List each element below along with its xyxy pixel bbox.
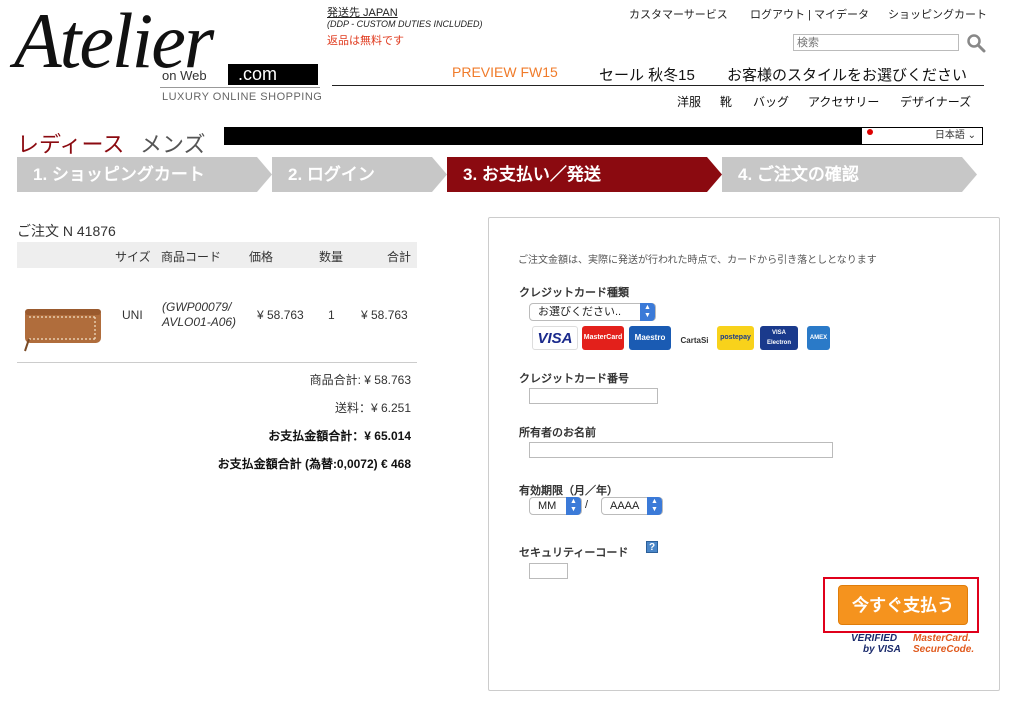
nav-shoes[interactable]: 靴: [720, 93, 732, 110]
card-type-select[interactable]: お選びください.. ▲ ▼: [529, 303, 656, 321]
step-cart[interactable]: 1. ショッピングカート: [17, 157, 272, 192]
verified-by-visa-logo: VERIFIED by VISA: [851, 633, 901, 655]
card-type-label: クレジットカード種類: [519, 287, 629, 299]
grand-total: お支払金額合計：¥ 65.014: [268, 429, 411, 443]
logo-tagline: LUXURY ONLINE SHOPPING: [162, 91, 323, 103]
cvv-label: セキュリティーコード: [519, 547, 629, 559]
expiry-year-select[interactable]: AAAA ▲ ▼: [601, 497, 663, 515]
vbv-line2: by VISA: [863, 644, 901, 655]
ship-to-link[interactable]: 発送先 JAPAN: [327, 4, 398, 20]
help-icon[interactable]: ?: [646, 541, 658, 553]
order-table-header: サイズ 商品コード 価格 数量 合計: [17, 242, 417, 268]
ship-ddp-note: (DDP - CUSTOM DUTIES INCLUDED): [327, 19, 483, 29]
step-payment: 3. お支払い／発送: [447, 157, 722, 192]
visa-electron-logo: VISA Electron: [760, 326, 798, 350]
holder-name-input[interactable]: [529, 442, 833, 458]
cartasi-logo: CartaSi: [676, 326, 713, 350]
item-code-line1: (GWP00079/: [162, 300, 232, 314]
col-price: 価格: [249, 250, 274, 264]
item-qty: 1: [328, 308, 335, 322]
msc-line2: SecureCode.: [913, 644, 975, 655]
mastercard-securecode-logo: MasterCard. SecureCode.: [913, 633, 974, 655]
gender-women-link[interactable]: レディース: [17, 127, 124, 159]
card-number-input[interactable]: [529, 388, 658, 404]
step-login[interactable]: 2. ログイン: [272, 157, 447, 192]
vbv-line1: VERIFIED: [851, 633, 898, 644]
logo-com: .com: [228, 64, 318, 85]
visa-logo: VISA: [532, 326, 578, 350]
gender-men-link[interactable]: メンズ: [140, 127, 206, 159]
expiry-year-value: AAAA: [610, 500, 640, 512]
nav-preview[interactable]: PREVIEW FW15: [452, 64, 558, 80]
expiry-separator: /: [585, 499, 589, 511]
card-number-label: クレジットカード番号: [519, 373, 629, 385]
col-code: 商品コード: [161, 250, 222, 264]
shopping-cart-link[interactable]: ショッピングカート: [888, 6, 987, 22]
step-confirm: 4. ご注文の確認: [722, 157, 977, 192]
card-type-value: お選びください..: [538, 306, 622, 318]
holder-name-label: 所有者のお名前: [519, 427, 596, 439]
search-icon[interactable]: [966, 33, 986, 53]
mastercard-logo: MasterCard: [582, 326, 624, 350]
payment-note: ご注文金額は、実際に発送が行われた時点で、カードから引き落としとなります: [518, 255, 877, 266]
col-total: 合計: [387, 250, 412, 264]
item-total: ¥ 58.763: [361, 308, 408, 322]
nav-sale[interactable]: セール 秋冬15: [599, 64, 695, 85]
nav-divider: [332, 85, 984, 86]
shipping-cost: 送料：¥ 6.251: [334, 401, 411, 415]
chevron-down-icon: ⌄: [967, 130, 976, 141]
col-qty: 数量: [319, 250, 344, 264]
msc-line1: MasterCard.: [913, 633, 971, 644]
product-image-wallet: [24, 309, 101, 352]
free-returns-note: 返品は無料です: [327, 35, 404, 47]
pay-now-button[interactable]: 今すぐ支払う: [838, 585, 968, 625]
customer-service-link[interactable]: カスタマーサービス: [629, 6, 728, 22]
nav-style[interactable]: お客様のスタイルをお選びください: [727, 64, 967, 85]
grand-total-eur: お支払金額合計 (為替:0,0072) € 468: [217, 457, 411, 471]
item-size: UNI: [122, 308, 143, 322]
nav-accessories[interactable]: アクセサリー: [808, 93, 879, 110]
amex-logo: AMEX: [807, 326, 830, 350]
order-title: ご注文 N 41876: [17, 223, 116, 239]
updown-arrow-icon: ▲ ▼: [640, 303, 655, 321]
maestro-logo: Maestro: [629, 326, 671, 350]
promo-bar: [224, 127, 862, 145]
nav-designers[interactable]: デザイナーズ: [900, 93, 971, 110]
logout-mydata-link[interactable]: ログアウト | マイデータ: [750, 6, 869, 22]
updown-arrow-icon: ▲ ▼: [566, 497, 581, 515]
japan-flag-icon: [867, 129, 873, 135]
nav-bags[interactable]: バッグ: [753, 93, 789, 110]
logo-divider: [160, 87, 320, 88]
row-divider: [17, 362, 417, 363]
logo-onweb: on Web: [162, 68, 207, 83]
item-code-line2: AVLO01-A06): [162, 315, 237, 329]
cvv-input[interactable]: [529, 563, 568, 579]
postepay-logo: postepay: [717, 326, 754, 350]
item-price: ¥ 58.763: [257, 308, 304, 322]
search-input[interactable]: [793, 34, 959, 51]
updown-arrow-icon: ▲ ▼: [647, 497, 662, 515]
language-label: 日本語: [934, 130, 965, 141]
expiry-label: 有効期限（月／年）: [519, 485, 618, 497]
nav-clothing[interactable]: 洋服: [677, 93, 701, 110]
expiry-month-select[interactable]: MM ▲ ▼: [529, 497, 582, 515]
col-size: サイズ: [115, 250, 151, 264]
subtotal: 商品合計: ¥ 58.763: [309, 373, 411, 387]
expiry-month-value: MM: [538, 500, 557, 512]
language-select[interactable]: 日本語 ⌄: [862, 127, 983, 145]
